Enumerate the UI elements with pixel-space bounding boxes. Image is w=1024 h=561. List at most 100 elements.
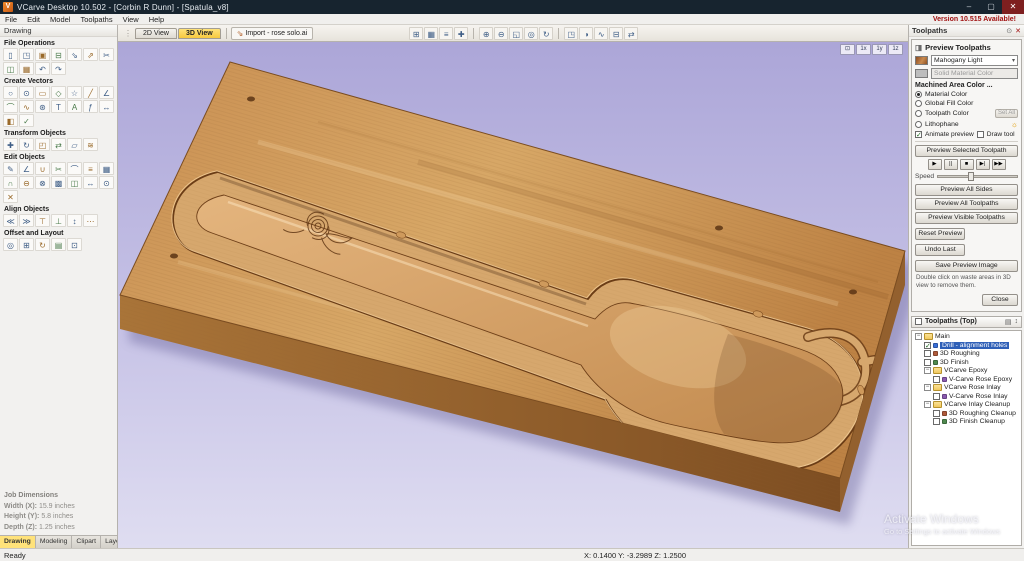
dimension-icon[interactable]: ↔ (99, 100, 114, 113)
tab-modeling[interactable]: Modeling (36, 536, 73, 548)
delete-icon[interactable]: ✕ (3, 190, 18, 203)
print-icon[interactable]: ⊟ (51, 48, 66, 61)
toolbar-grip[interactable]: ⋮ (124, 29, 132, 38)
toolpath-list-checkbox[interactable] (915, 318, 922, 325)
view-x-button[interactable]: 1x (856, 44, 871, 55)
cut-icon[interactable]: ✂ (99, 48, 114, 61)
radio-toolpath-color-row[interactable]: Toolpath Color Set All (915, 109, 1018, 118)
preview-close-button[interactable]: Close (982, 294, 1018, 306)
align-left-icon[interactable]: ≪ (3, 214, 18, 227)
toolpath-visibility-icon[interactable]: ∿ (594, 27, 608, 40)
toolpath-visibility-checkbox[interactable] (933, 410, 940, 417)
validate-vectors-icon[interactable]: ✓ (19, 114, 34, 127)
distort-icon[interactable]: ▱ (67, 138, 82, 151)
toolpath-visibility-checkbox[interactable] (924, 350, 931, 357)
view-y-button[interactable]: 1y (872, 44, 887, 55)
close-button[interactable]: ✕ (1002, 0, 1024, 14)
wireframe-view-icon[interactable]: ◳ (564, 27, 578, 40)
offset-icon[interactable]: ◎ (3, 238, 18, 251)
move-icon[interactable]: ✚ (3, 138, 18, 151)
toolpath-visibility-checkbox[interactable] (924, 359, 931, 366)
zoom-window-icon[interactable]: ◱ (509, 27, 523, 40)
draw-arc-icon[interactable]: ⌒ (3, 100, 18, 113)
menu-help[interactable]: Help (144, 14, 169, 25)
tree-toolpath-row[interactable]: 3D Finish (912, 358, 1021, 367)
undo-icon[interactable]: ↶ (35, 62, 50, 75)
tree-expander-icon[interactable]: − (924, 401, 931, 408)
view-z-button[interactable]: 1z (888, 44, 903, 55)
open-file-icon[interactable]: ◳ (19, 48, 34, 61)
shaded-view-icon[interactable]: ◑ (579, 27, 593, 40)
text-box-icon[interactable]: A (67, 100, 82, 113)
preview-all-sides-button[interactable]: Preview All Sides (915, 184, 1018, 196)
array-layout-icon[interactable]: ⊞ (19, 238, 34, 251)
menu-file[interactable]: File (0, 14, 22, 25)
tree-expander-icon[interactable]: − (924, 367, 931, 374)
tab-clipart[interactable]: Clipart (72, 536, 101, 548)
preview-visible-toolpaths-button[interactable]: Preview Visible Toolpaths (915, 212, 1018, 224)
speed-slider-thumb[interactable] (968, 172, 974, 181)
copy-icon[interactable]: ◫ (3, 62, 18, 75)
draw-polyline-icon[interactable]: ∠ (99, 86, 114, 99)
tab-drawing[interactable]: Drawing (0, 536, 36, 548)
menu-view[interactable]: View (118, 14, 144, 25)
group-icon[interactable]: ▦ (99, 162, 114, 175)
save-file-icon[interactable]: ▣ (35, 48, 50, 61)
snap-icon[interactable]: ⊙ (99, 176, 114, 189)
rotate-copy-icon[interactable]: ↻ (35, 238, 50, 251)
toolpath-color-radio[interactable] (915, 110, 922, 117)
tree-toolpath-row[interactable]: 3D Roughing (912, 350, 1021, 359)
menu-edit[interactable]: Edit (22, 14, 45, 25)
tree-toolpath-row[interactable]: 3D Finish Cleanup (912, 418, 1021, 427)
pin-icon[interactable]: ⊙ (1006, 27, 1012, 35)
version-update-notice[interactable]: Version 10.515 Available! (933, 16, 1016, 23)
tree-toolpath-row[interactable]: 3D Roughing Cleanup (912, 409, 1021, 418)
align-to-curve-icon[interactable]: ≋ (83, 138, 98, 151)
mirror-copy-icon[interactable]: ◫ (67, 176, 82, 189)
set-all-button[interactable]: Set All (995, 109, 1018, 118)
view-iso-button[interactable]: ⊡ (840, 44, 855, 55)
rotate-icon[interactable]: ↻ (19, 138, 34, 151)
toolpath-list-options-icon[interactable]: ▤ (1005, 318, 1012, 326)
tile-windows-icon[interactable]: ⊟ (609, 27, 623, 40)
zoom-in-icon[interactable]: ⊕ (479, 27, 493, 40)
speed-slider[interactable] (937, 172, 1018, 181)
align-bottom-icon[interactable]: ⊥ (51, 214, 66, 227)
minimize-button[interactable]: – (958, 0, 980, 14)
grid-toggle-icon[interactable]: ▦ (424, 27, 438, 40)
menu-toolpaths[interactable]: Toolpaths (75, 14, 117, 25)
guides-toggle-icon[interactable]: ≡ (439, 27, 453, 40)
edit-nodes-icon[interactable]: ✎ (3, 162, 18, 175)
tree-folder-row[interactable]: −Main (912, 333, 1021, 342)
tree-folder-row[interactable]: −VCarve Rose Inlay (912, 384, 1021, 393)
pan-view-icon[interactable]: ✚ (454, 27, 468, 40)
play-button[interactable]: ▶ (928, 159, 942, 170)
tree-expander-icon[interactable]: − (915, 333, 922, 340)
stop-button[interactable]: ■ (960, 159, 974, 170)
tree-folder-row[interactable]: −VCarve Inlay Cleanup (912, 401, 1021, 410)
tab-3d-view[interactable]: 3D View (178, 28, 221, 39)
zoom-out-icon[interactable]: ⊖ (494, 27, 508, 40)
draw-gear-icon[interactable]: ⊛ (35, 100, 50, 113)
join-vectors-icon[interactable]: ∪ (35, 162, 50, 175)
global-fill-radio[interactable] (915, 100, 922, 107)
tree-toolpath-row[interactable]: V-Carve Rose Inlay (912, 392, 1021, 401)
panel-close-icon[interactable]: ✕ (1015, 27, 1021, 35)
align-top-icon[interactable]: ⊤ (35, 214, 50, 227)
reset-preview-button[interactable]: Reset Preview (915, 228, 965, 240)
boolean-icon[interactable]: ◧ (3, 114, 18, 127)
preview-selected-toolpath-button[interactable]: Preview Selected Toolpath (915, 145, 1018, 157)
draw-text-icon[interactable]: T (51, 100, 66, 113)
material-dropdown[interactable]: Mahogany Light ▾ (931, 55, 1018, 66)
draw-circle-icon[interactable]: ○ (3, 86, 18, 99)
multi-view-icon[interactable]: ⇄ (624, 27, 638, 40)
new-file-icon[interactable]: ▯ (3, 48, 18, 61)
array-copy-icon[interactable]: ▩ (51, 176, 66, 189)
import-file-chip[interactable]: ⇘ Import - rose solo.ai (231, 27, 314, 40)
toolpath-visibility-checkbox[interactable] (933, 393, 940, 400)
tree-folder-row[interactable]: −VCarve Epoxy (912, 367, 1021, 376)
step-button[interactable]: ▶| (976, 159, 990, 170)
align-right-icon[interactable]: ≫ (19, 214, 34, 227)
stretch-icon[interactable]: ↔ (83, 176, 98, 189)
scale-icon[interactable]: ◰ (35, 138, 50, 151)
